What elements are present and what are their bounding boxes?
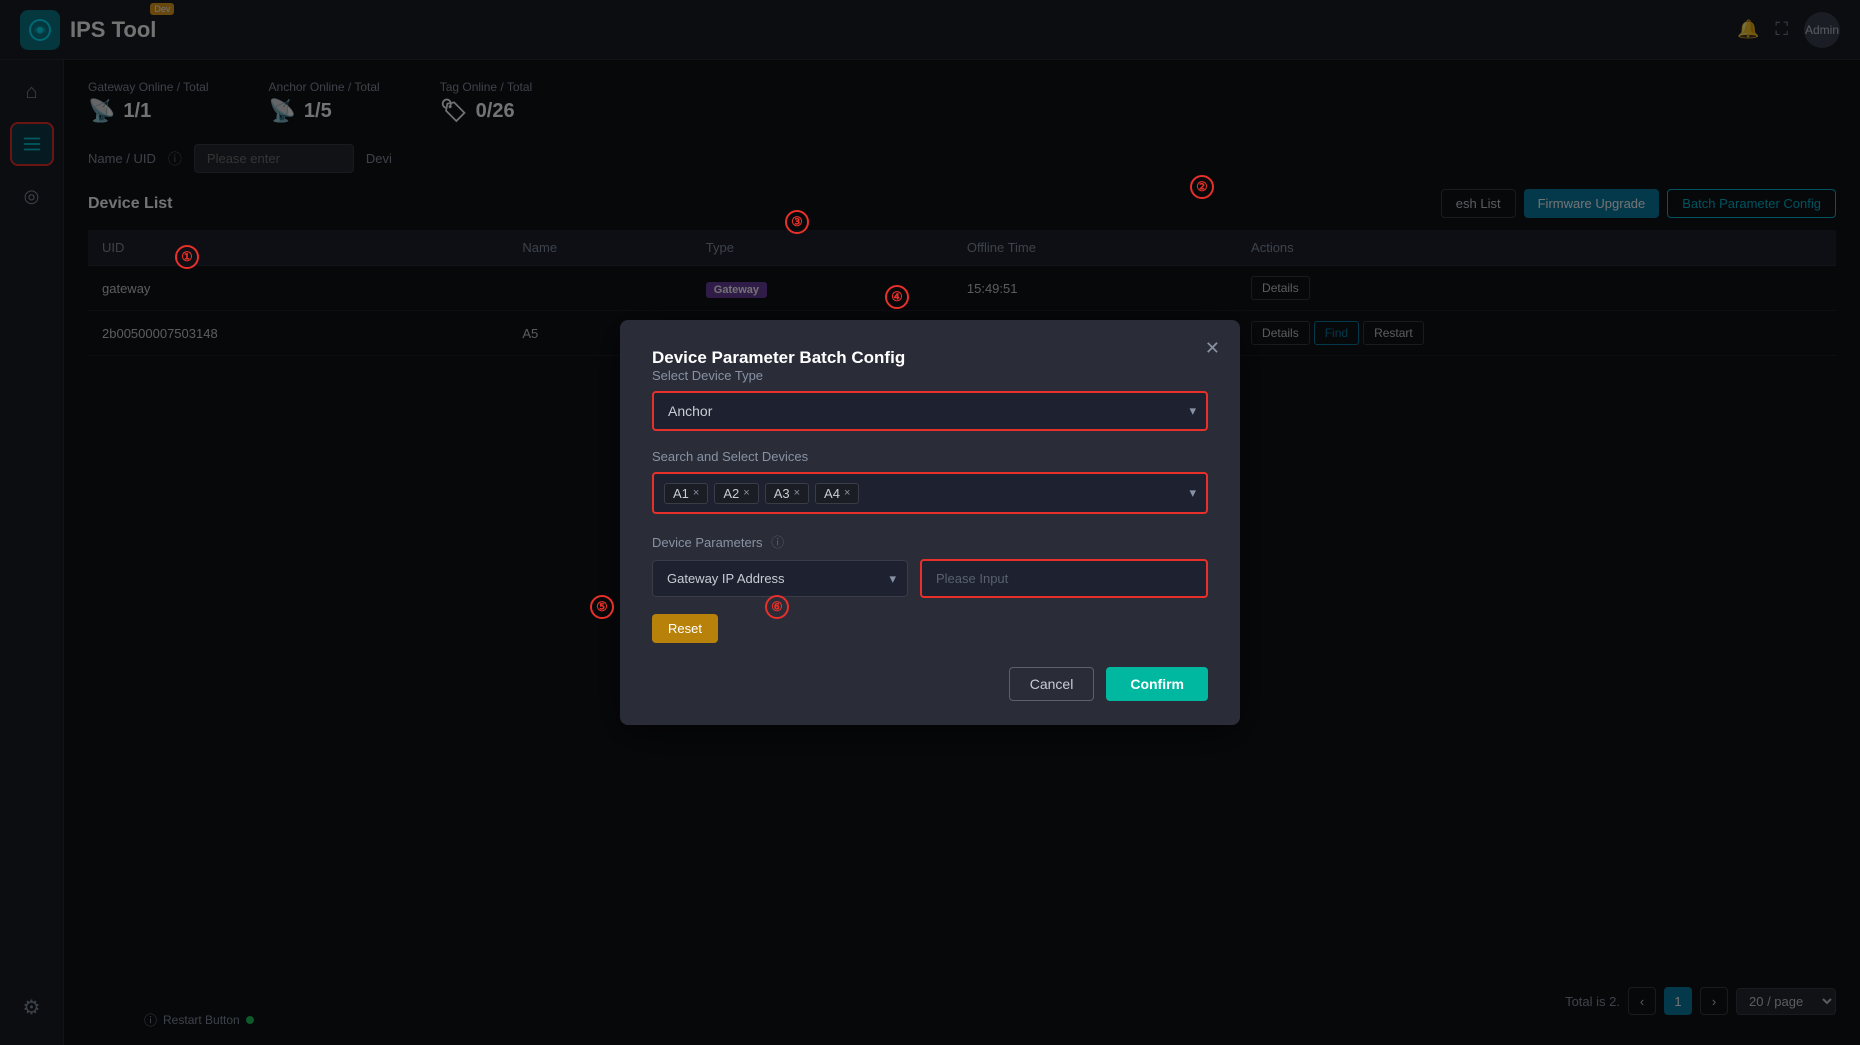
devices-chevron-icon: ▾	[1189, 485, 1196, 501]
tag-close-icon[interactable]: ×	[693, 487, 699, 499]
device-tag: A4×	[815, 483, 859, 504]
tag-close-icon[interactable]: ×	[844, 487, 850, 499]
device-tag: A2×	[714, 483, 758, 504]
reset-button[interactable]: Reset	[652, 614, 718, 643]
search-devices-label: Search and Select Devices	[652, 449, 1208, 464]
search-devices-group: Search and Select Devices A1× A2× A3× A4× ▾	[652, 449, 1208, 514]
confirm-button[interactable]: Confirm	[1106, 667, 1208, 701]
params-row: Gateway IP Address Channel Power ▾	[652, 559, 1208, 598]
device-type-select[interactable]: Anchor Gateway Tag	[652, 391, 1208, 431]
device-parameters-group: Device Parameters ⓘ Gateway IP Address C…	[652, 532, 1208, 643]
device-type-select-wrapper: Anchor Gateway Tag ▾	[652, 391, 1208, 431]
param-value-input[interactable]	[920, 559, 1208, 598]
device-type-label: Select Device Type	[652, 368, 1208, 383]
modal-dialog: Device Parameter Batch Config ✕ Select D…	[620, 320, 1240, 725]
modal-close-button[interactable]: ✕	[1205, 338, 1220, 359]
device-tag: A3×	[765, 483, 809, 504]
device-type-group: Select Device Type Anchor Gateway Tag ▾	[652, 368, 1208, 431]
device-parameters-label: Device Parameters ⓘ	[652, 532, 1208, 551]
tag-close-icon[interactable]: ×	[794, 487, 800, 499]
tag-close-icon[interactable]: ×	[743, 487, 749, 499]
modal-footer: Cancel Confirm	[652, 667, 1208, 701]
cancel-button[interactable]: Cancel	[1009, 667, 1095, 701]
param-type-select[interactable]: Gateway IP Address Channel Power	[652, 560, 908, 597]
device-tag: A1×	[664, 483, 708, 504]
modal-title: Device Parameter Batch Config	[652, 348, 905, 367]
modal-overlay: Device Parameter Batch Config ✕ Select D…	[0, 0, 1860, 1045]
params-info-icon: ⓘ	[771, 535, 784, 550]
param-type-select-wrapper: Gateway IP Address Channel Power ▾	[652, 560, 908, 597]
devices-tags-container[interactable]: A1× A2× A3× A4× ▾	[652, 472, 1208, 514]
